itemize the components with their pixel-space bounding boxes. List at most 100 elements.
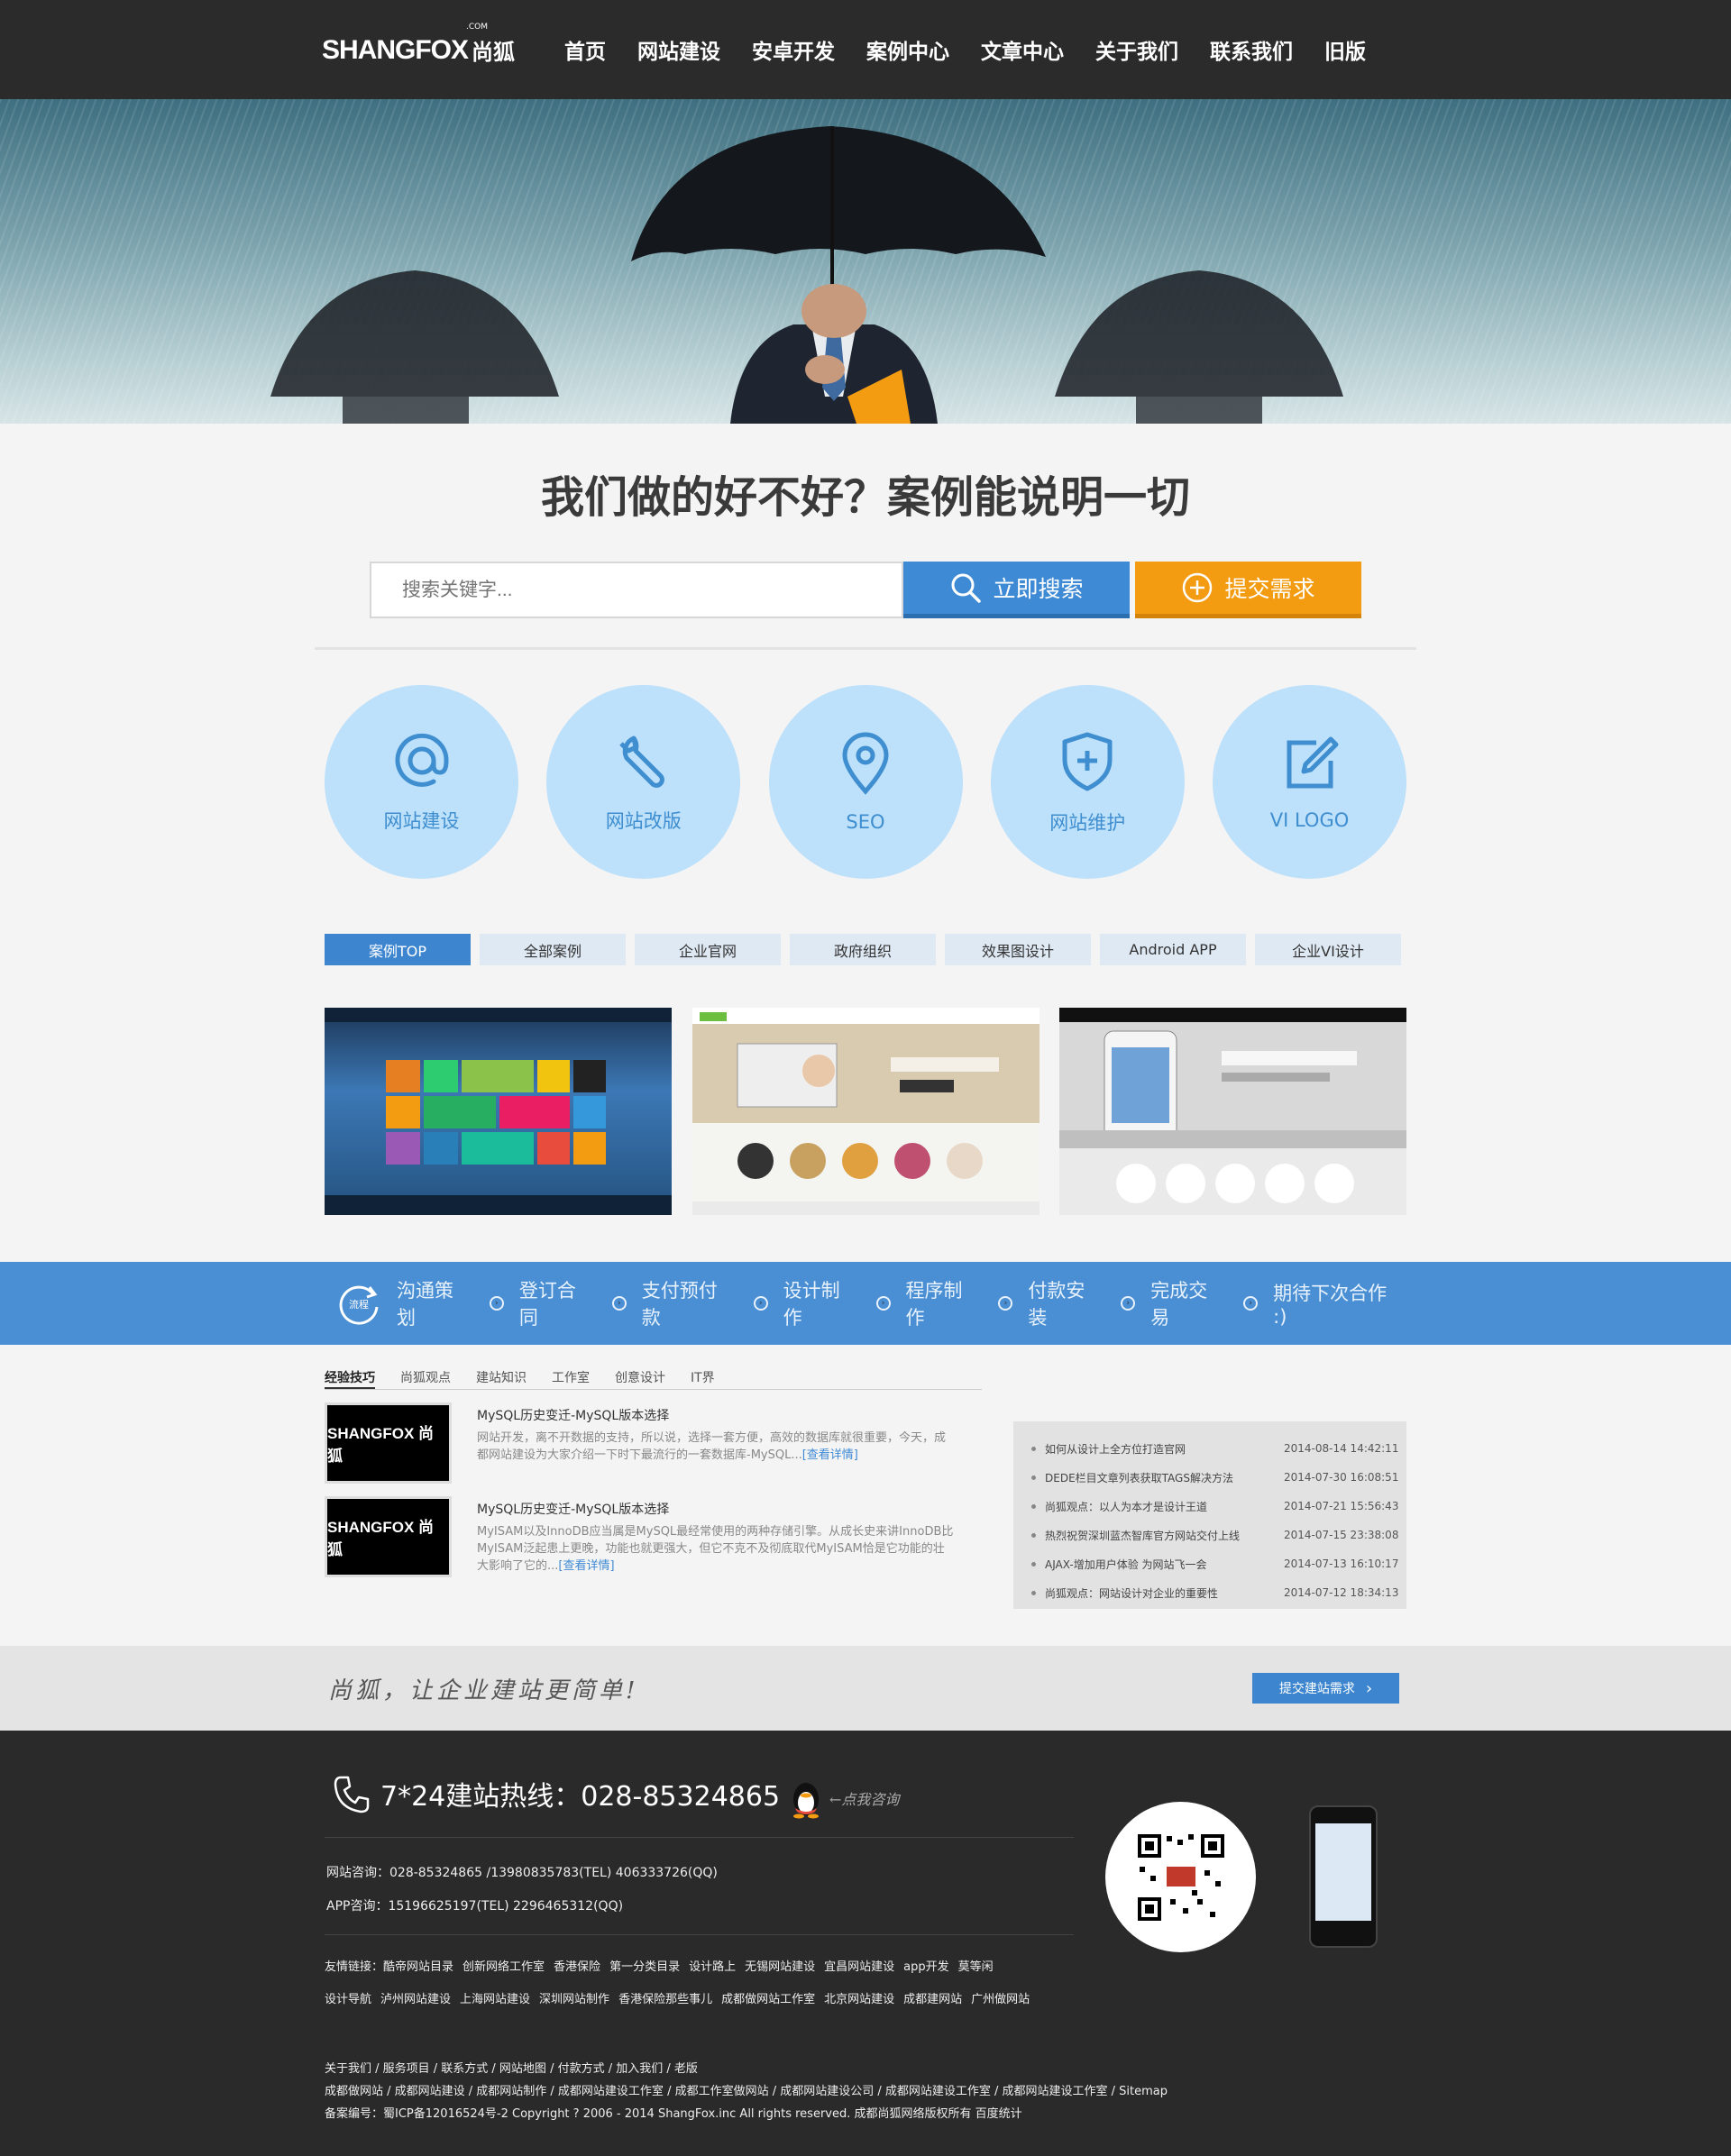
friend-link[interactable]: 莫等闲: [958, 1960, 994, 1974]
nav-home[interactable]: 首页: [564, 34, 606, 65]
process-step: 设计制作: [783, 1280, 840, 1329]
news-title[interactable]: 尚狐观点：网站设计对企业的重要性: [1045, 1585, 1284, 1601]
friend-links-label: 友情链接：: [325, 1960, 384, 1974]
qr-code-icon: [1133, 1830, 1228, 1924]
hotline-text: 7*24建站热线：028-85324865: [380, 1781, 781, 1813]
news-title[interactable]: AJAX-增加用户体验 为网站飞一会: [1045, 1557, 1284, 1572]
friend-link[interactable]: 成都建网站: [903, 1993, 962, 2006]
site-logo[interactable]: SHANGFOX .COM 尚狐: [322, 23, 515, 66]
search-input[interactable]: [370, 562, 903, 618]
read-more-link[interactable]: [查看详情]: [802, 1448, 858, 1462]
copyright: 备案编号：蜀ICP备12016524号-2 Copyright ? 2006 -…: [325, 2107, 1022, 2121]
article-body: MySQL历史变迁-MySQL版本选择 MyISAM以及InnoDB应当属是My…: [477, 1496, 955, 1577]
service-label: 网站改版: [605, 809, 682, 832]
tab-case-top[interactable]: 案例TOP: [325, 934, 471, 965]
article-desc: MyISAM以及InnoDB应当属是MySQL最经常使用的两种存储引擎。从成长史…: [477, 1523, 955, 1575]
tab-it[interactable]: IT界: [691, 1365, 715, 1389]
news-title[interactable]: DEDE栏目文章列表获取TAGS解决方法: [1045, 1470, 1284, 1485]
service-vi-logo[interactable]: VI LOGO: [1213, 685, 1406, 879]
friend-link[interactable]: 无锡网站建设: [745, 1960, 815, 1974]
tab-creative[interactable]: 创意设计: [615, 1365, 665, 1389]
friend-link[interactable]: 深圳网站制作: [539, 1993, 609, 2006]
nav-web-build[interactable]: 网站建设: [637, 34, 720, 65]
case-thumbnail[interactable]: [325, 1008, 672, 1215]
nav-android[interactable]: 安卓开发: [752, 34, 835, 65]
tab-enterprise[interactable]: 企业官网: [635, 934, 781, 965]
news-title[interactable]: 尚狐观点：以人为本才是设计王道: [1045, 1499, 1284, 1514]
qq-consult-link[interactable]: ←点我咨询: [788, 1777, 899, 1819]
friend-link[interactable]: 广州做网站: [971, 1993, 1030, 2006]
arrow-icon: ›: [1243, 1296, 1259, 1311]
at-sign-icon: [395, 733, 449, 787]
friend-link[interactable]: 上海网站建设: [460, 1993, 530, 2006]
article-item: SHANGFOX 尚狐 MySQL历史变迁-MySQL版本选择 网站开发，离不开…: [325, 1402, 982, 1484]
article-thumbnail[interactable]: SHANGFOX 尚狐: [325, 1496, 452, 1577]
article-title[interactable]: MySQL历史变迁-MySQL版本选择: [477, 1500, 955, 1518]
bullet-icon: [1031, 1503, 1036, 1509]
footer-keywords[interactable]: 成都做网站 / 成都网站建设 / 成都网站制作 / 成都网站建设工作室 / 成都…: [325, 2080, 1168, 2103]
friend-link[interactable]: 泸州网站建设: [380, 1993, 451, 2006]
logo-text: SHANGFOX: [322, 34, 469, 65]
friend-link[interactable]: 成都做网站工作室: [721, 1993, 815, 2006]
service-redesign[interactable]: 网站改版: [546, 685, 741, 879]
article-title[interactable]: MySQL历史变迁-MySQL版本选择: [477, 1406, 955, 1424]
friend-link[interactable]: 第一分类目录: [609, 1960, 680, 1974]
tab-knowledge[interactable]: 建站知识: [476, 1365, 527, 1389]
tab-tips[interactable]: 经验技巧: [325, 1365, 375, 1389]
friend-link[interactable]: app开发: [903, 1960, 948, 1974]
service-maintenance[interactable]: 网站维护: [990, 685, 1185, 879]
nav-old-version[interactable]: 旧版: [1324, 34, 1366, 65]
article-desc-text: MyISAM以及InnoDB应当属是MySQL最经常使用的两种存储引擎。从成长史…: [477, 1525, 954, 1573]
footer-nav[interactable]: 关于我们 / 服务项目 / 联系方式 / 网站地图 / 付款方式 / 加入我们 …: [325, 2058, 1168, 2080]
friend-link[interactable]: 设计导航: [325, 1993, 371, 2006]
service-web-build[interactable]: 网站建设: [325, 685, 518, 879]
nav-about[interactable]: 关于我们: [1095, 34, 1178, 65]
friend-link[interactable]: 宜昌网站建设: [824, 1960, 894, 1974]
news-date: 2014-07-12 18:34:13: [1284, 1586, 1399, 1599]
service-seo[interactable]: SEO: [768, 685, 963, 879]
friend-link[interactable]: 创新网络工作室: [463, 1960, 545, 1974]
service-label: SEO: [846, 810, 885, 833]
slogan-text: 尚狐，让企业建站更简单!: [328, 1676, 639, 1704]
tab-vi-design[interactable]: 企业VI设计: [1255, 934, 1401, 965]
friend-link[interactable]: 设计路上: [689, 1960, 736, 1974]
submit-site-request-button[interactable]: 提交建站需求 ›: [1252, 1673, 1399, 1704]
qq-penguin-icon: [793, 1783, 819, 1819]
footer-divider: [325, 1934, 1074, 1935]
process-cycle-icon: 流程: [339, 1285, 379, 1325]
submit-request-button[interactable]: 提交需求: [1135, 562, 1361, 618]
nav-contact[interactable]: 联系我们: [1210, 34, 1293, 65]
news-title[interactable]: 如何从设计上全方位打造官网: [1045, 1441, 1284, 1457]
news-tabs: 经验技巧 尚狐观点 建站知识 工作室 创意设计 IT界: [325, 1365, 982, 1390]
tab-all-cases[interactable]: 全部案例: [480, 934, 626, 965]
process-step: 沟通策划: [396, 1280, 453, 1329]
qr-code: [1105, 1802, 1256, 1952]
friend-link[interactable]: 香港保险: [554, 1960, 600, 1974]
phone-mockup: [1309, 1805, 1378, 1948]
case-thumbnails: [325, 1008, 1406, 1215]
read-more-link[interactable]: [查看详情]: [558, 1559, 614, 1573]
arrow-icon: ›: [1121, 1296, 1136, 1311]
friend-link[interactable]: 北京网站建设: [824, 1993, 894, 2006]
tab-render-design[interactable]: 效果图设计: [945, 934, 1091, 965]
nav-articles[interactable]: 文章中心: [981, 34, 1064, 65]
process-step: 完成交易: [1150, 1280, 1208, 1329]
service-circles: 网站建设 网站改版 SEO 网站维护 VI LOGO: [325, 685, 1406, 879]
case-thumbnail[interactable]: [691, 1008, 1040, 1215]
site-footer: 7*24建站热线：028-85324865 ←点我咨询 网站咨询：028-853…: [0, 1731, 1731, 2156]
tab-studio[interactable]: 工作室: [552, 1365, 590, 1389]
metro-tiles-screenshot: [325, 1008, 672, 1215]
tab-government[interactable]: 政府组织: [790, 934, 936, 965]
friend-link[interactable]: 酷帝网站目录: [383, 1960, 453, 1974]
tab-android-app[interactable]: Android APP: [1100, 934, 1246, 965]
friend-link[interactable]: 香港保险那些事儿: [618, 1993, 712, 2006]
case-thumbnail[interactable]: [1059, 1008, 1406, 1215]
search-button[interactable]: 立即搜索: [903, 562, 1130, 618]
nav-cases[interactable]: 案例中心: [866, 34, 949, 65]
news-title[interactable]: 热烈祝贺深圳蓝杰智库官方网站交付上线: [1045, 1528, 1284, 1543]
slogan-bar: 尚狐，让企业建站更简单! 提交建站需求 ›: [0, 1646, 1731, 1731]
arrow-icon: ›: [489, 1296, 504, 1311]
article-thumbnail[interactable]: SHANGFOX 尚狐: [325, 1402, 452, 1484]
tab-opinion[interactable]: 尚狐观点: [400, 1365, 451, 1389]
location-pin-icon: [842, 732, 889, 795]
